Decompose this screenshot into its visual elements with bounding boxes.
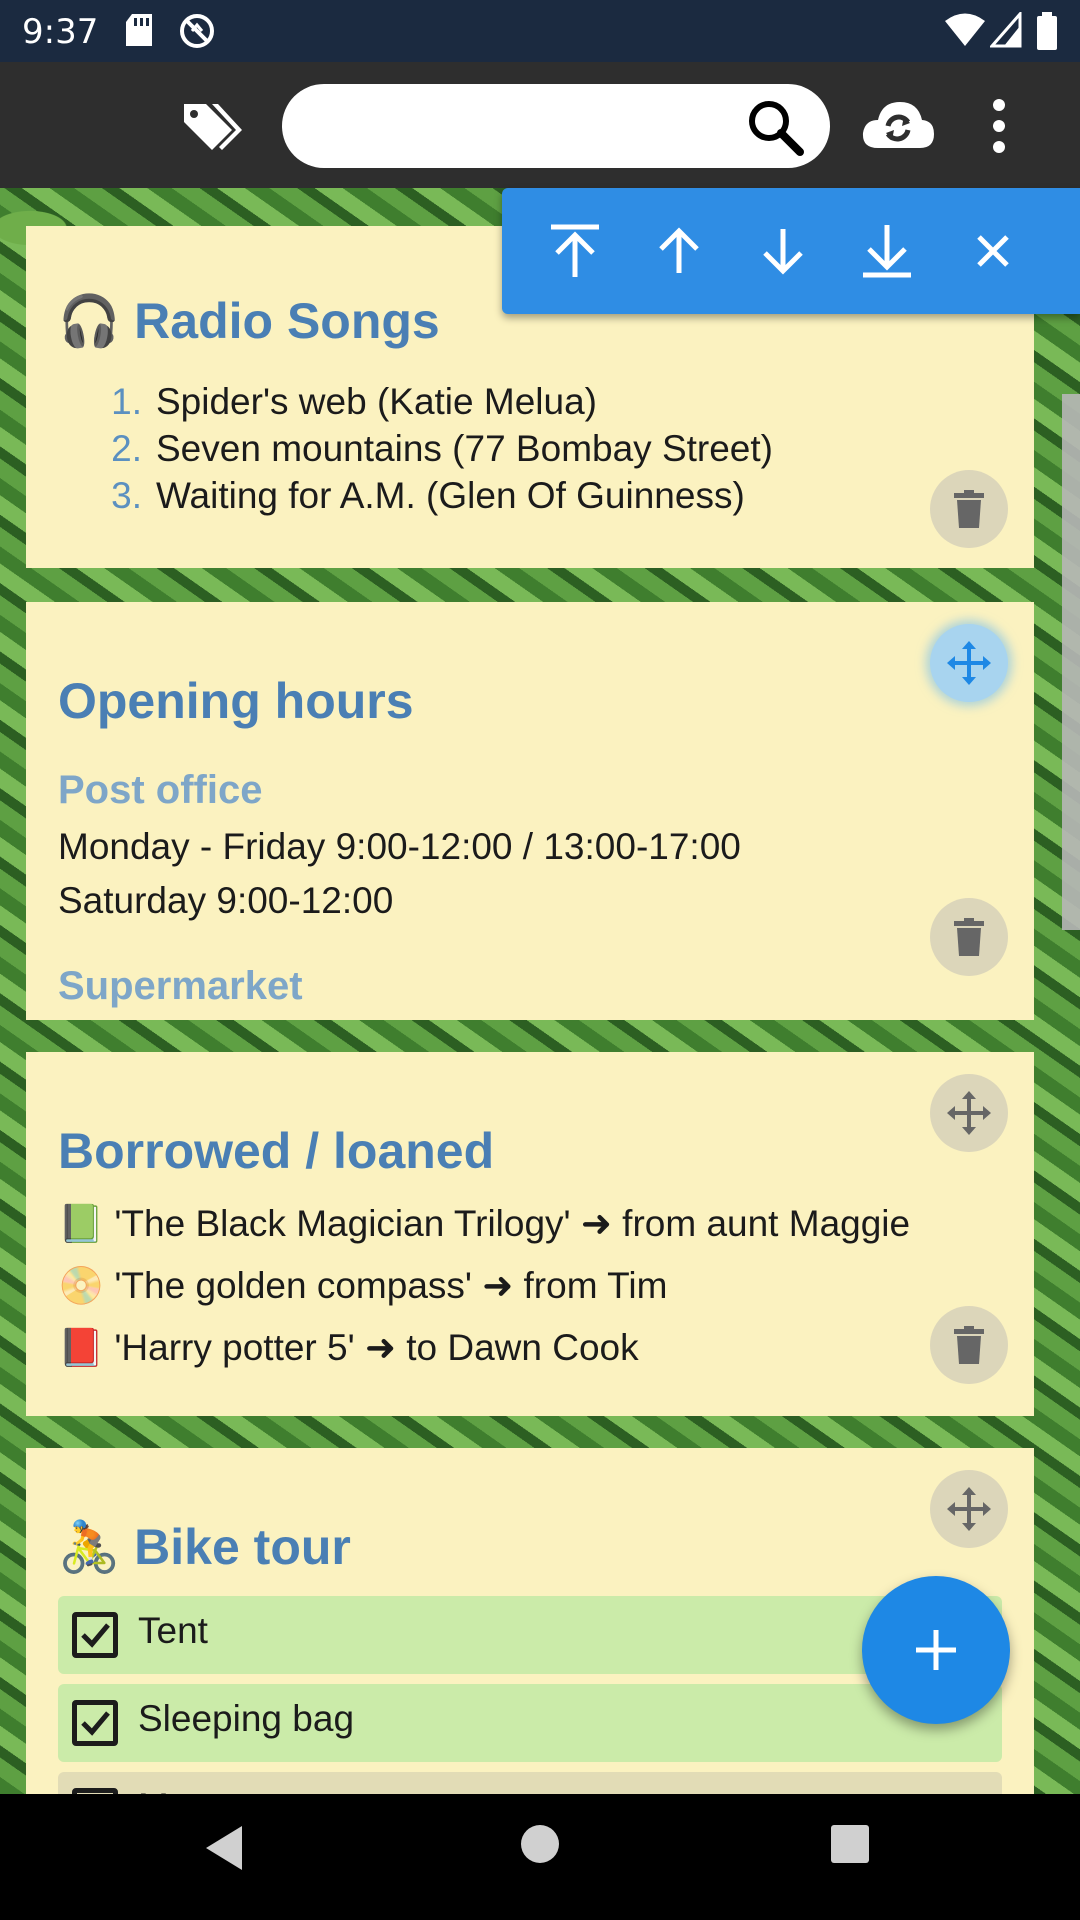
tags-icon[interactable]: [180, 98, 244, 159]
scrollbar-thumb[interactable]: [1062, 394, 1080, 930]
delete-button[interactable]: [930, 470, 1008, 548]
signal-icon: [988, 10, 1022, 53]
list-item: 📗 'The Black Magician Trilogy' ➜ from au…: [58, 1202, 911, 1245]
wifi-icon: [944, 12, 986, 53]
plus-icon: [916, 1630, 956, 1670]
battery-icon: [1036, 12, 1058, 55]
arrow-up-icon: [659, 227, 699, 273]
move-to-top-button[interactable]: [542, 218, 608, 284]
drag-handle-button[interactable]: [930, 624, 1008, 702]
card-title: Borrowed / loaned: [58, 1123, 495, 1179]
card-title: 🎧 Radio Songs: [58, 292, 440, 350]
card-title: Opening hours: [58, 673, 414, 729]
checklist-item[interactable]: Sleeping bag: [58, 1684, 1002, 1762]
more-vert-icon[interactable]: [990, 98, 1008, 159]
system-nav-bar: [0, 1794, 1080, 1920]
add-note-button[interactable]: [862, 1576, 1010, 1724]
search-box[interactable]: [282, 84, 830, 168]
recents-icon[interactable]: [830, 1824, 870, 1869]
trash-icon: [954, 1326, 984, 1364]
list-item: 📀 'The golden compass' ➜ from Tim: [58, 1264, 668, 1307]
headphones-emoji: 🎧: [58, 292, 121, 350]
list-item: 3. Waiting for A.M. (Glen Of Guinness): [111, 475, 745, 516]
checkbox-checked[interactable]: [72, 1700, 118, 1746]
close-icon: [977, 235, 1009, 267]
trash-icon: [954, 490, 984, 528]
back-icon[interactable]: [204, 1824, 244, 1877]
delete-button[interactable]: [930, 1306, 1008, 1384]
move-icon: [947, 1091, 991, 1135]
delete-button[interactable]: [930, 898, 1008, 976]
home-icon[interactable]: [520, 1824, 560, 1869]
move-icon: [947, 1487, 991, 1531]
cloud-sync-icon[interactable]: [860, 96, 936, 159]
arrow-to-top-icon: [551, 224, 599, 277]
dvd-emoji: 📀: [58, 1264, 105, 1307]
search-input[interactable]: [312, 102, 732, 150]
checkbox-checked[interactable]: [72, 1612, 118, 1658]
arrow-down-icon: [763, 229, 803, 275]
checklist-item[interactable]: Tent: [58, 1596, 1002, 1674]
list-item: 2. Seven mountains (77 Bombay Street): [111, 428, 773, 469]
red-book-emoji: 📕: [58, 1326, 105, 1369]
sync-disabled-icon: [178, 12, 216, 55]
green-book-emoji: 📗: [58, 1202, 105, 1245]
status-bar: 9:37: [0, 0, 1080, 62]
move-up-button[interactable]: [646, 218, 712, 284]
sd-card-icon: [124, 12, 154, 53]
move-to-bottom-button[interactable]: [854, 218, 920, 284]
trash-icon: [954, 918, 984, 956]
subheading-supermarket: Supermarket: [58, 964, 303, 1008]
move-down-button[interactable]: [750, 218, 816, 284]
note-card-borrowed[interactable]: Borrowed / loaned 📗 'The Black Magician …: [26, 1052, 1034, 1416]
drag-handle-button[interactable]: [930, 1470, 1008, 1548]
card-title: 🚴 Bike tour: [58, 1518, 351, 1576]
search-icon[interactable]: [746, 98, 804, 161]
note-card-opening-hours[interactable]: Opening hours Post office Monday - Frida…: [26, 602, 1034, 1020]
cyclist-emoji: 🚴: [58, 1518, 121, 1576]
status-time: 9:37: [22, 12, 99, 52]
app-bar: [0, 62, 1080, 188]
text-line: Monday - Friday 9:00-12:00 / 13:00-17:00: [58, 826, 741, 867]
text-line: Saturday 9:00-12:00: [58, 880, 394, 921]
move-toolbar: [502, 188, 1080, 314]
drag-handle-button[interactable]: [930, 1074, 1008, 1152]
checklist-item[interactable]: Maps: [58, 1772, 1002, 1794]
subheading-post-office: Post office: [58, 768, 263, 812]
move-icon: [947, 641, 991, 685]
close-move-toolbar-button[interactable]: [960, 218, 1026, 284]
list-item: 1. Spider's web (Katie Melua): [111, 381, 597, 422]
notes-list[interactable]: 🎧 Radio Songs 1. Spider's web (Katie Melu…: [0, 188, 1080, 1794]
list-item: 📕 'Harry potter 5' ➜ to Dawn Cook: [58, 1326, 639, 1369]
arrow-to-bottom-icon: [863, 225, 911, 278]
ordered-list: 1. Spider's web (Katie Melua) 2. Seven mou…: [94, 378, 773, 519]
